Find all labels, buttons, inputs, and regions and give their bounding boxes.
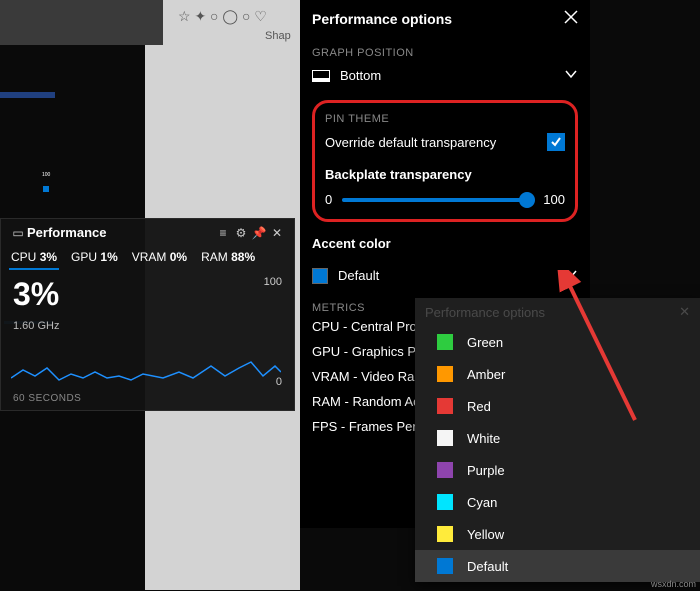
graph-position-row[interactable]: Bottom xyxy=(312,59,578,92)
dd-item-red[interactable]: Red xyxy=(415,390,700,422)
slider-max: 100 xyxy=(543,192,565,207)
toolbar-icons-bg: ☆ ✦ ○ ◯ ○ ♡ xyxy=(178,8,267,25)
bottom-icon xyxy=(312,70,330,82)
override-transparency-row[interactable]: Override default transparency xyxy=(325,125,565,159)
axis-max: 100 xyxy=(264,276,282,288)
big-percent: 3% xyxy=(13,276,59,313)
backplate-slider-row: 0 100 xyxy=(325,192,565,207)
monitor-icon: ▭ xyxy=(9,226,27,240)
dd-item-yellow[interactable]: Yellow xyxy=(415,518,700,550)
performance-header: ▭ Performance ≡ ⚙ 📌 ✕ xyxy=(1,219,294,246)
pin-theme-label: PIN THEME xyxy=(325,113,565,125)
sparkline xyxy=(11,328,281,388)
slider-thumb[interactable] xyxy=(519,192,535,208)
dd-item-green[interactable]: Green xyxy=(415,326,700,358)
override-checkbox[interactable] xyxy=(547,133,565,151)
tab-vram-label: VRAM xyxy=(132,250,167,264)
thumb-2 xyxy=(0,143,55,198)
accent-value: Default xyxy=(338,268,564,283)
options-title: Performance options xyxy=(312,11,564,27)
graph-position-label: GRAPH POSITION xyxy=(312,47,578,59)
override-label: Override default transparency xyxy=(325,135,547,150)
dd-item-default[interactable]: Default xyxy=(415,550,700,582)
settings-icon[interactable]: ⚙ xyxy=(232,226,250,240)
swatch-red xyxy=(437,398,453,414)
performance-chart: 3% 1.60 GHz 100 0 60 SECONDS xyxy=(1,270,294,410)
swatch-green xyxy=(437,334,453,350)
thumb-1 xyxy=(0,92,55,140)
dd-item-cyan[interactable]: Cyan xyxy=(415,486,700,518)
close-icon[interactable]: ✕ xyxy=(679,304,690,320)
dd-item-purple[interactable]: Purple xyxy=(415,454,700,486)
tab-ram-label: RAM xyxy=(201,250,228,264)
tab-cpu-pct: 3% xyxy=(40,250,57,264)
dd-item-white[interactable]: White xyxy=(415,422,700,454)
swatch-default xyxy=(437,558,453,574)
dd-item-amber[interactable]: Amber xyxy=(415,358,700,390)
performance-title: Performance xyxy=(27,225,214,240)
axis-time: 60 SECONDS xyxy=(13,393,81,404)
dropdown-header: Performance options ✕ xyxy=(415,298,700,326)
watermark: wsxdn.com xyxy=(651,579,696,589)
tab-gpu-label: GPU xyxy=(71,250,97,264)
close-options-button[interactable] xyxy=(564,10,578,27)
tab-gpu[interactable]: GPU 1% xyxy=(71,250,118,270)
tab-cpu[interactable]: CPU 3% xyxy=(11,250,57,270)
swatch-amber xyxy=(437,366,453,382)
tab-vram[interactable]: VRAM 0% xyxy=(132,250,187,270)
background-top xyxy=(0,0,163,45)
accent-swatch xyxy=(312,268,328,284)
swatch-cyan xyxy=(437,494,453,510)
accent-color-row[interactable]: Default xyxy=(312,259,578,292)
performance-widget: ▭ Performance ≡ ⚙ 📌 ✕ CPU 3% GPU 1% VRAM… xyxy=(0,218,295,411)
backplate-slider[interactable] xyxy=(342,198,533,202)
close-icon[interactable]: ✕ xyxy=(268,226,286,240)
backplate-label: Backplate transparency xyxy=(325,167,565,182)
swatch-yellow xyxy=(437,526,453,542)
tab-gpu-pct: 1% xyxy=(100,250,117,264)
mini-100: 100 xyxy=(42,172,50,178)
tab-vram-pct: 0% xyxy=(170,250,187,264)
graph-position-value: Bottom xyxy=(340,68,564,83)
chevron-down-icon xyxy=(564,67,578,84)
tab-ram-pct: 88% xyxy=(231,250,255,264)
accent-color-label: Accent color xyxy=(312,228,578,259)
tab-ram[interactable]: RAM 88% xyxy=(201,250,255,270)
slider-min: 0 xyxy=(325,192,332,207)
swatch-white xyxy=(437,430,453,446)
chevron-down-icon xyxy=(564,267,578,284)
accent-color-dropdown: Performance options ✕ Green Amber Red Wh… xyxy=(415,298,700,582)
swatch-purple xyxy=(437,462,453,478)
performance-tabs: CPU 3% GPU 1% VRAM 0% RAM 88% xyxy=(1,246,294,270)
pin-theme-highlight: PIN THEME Override default transparency … xyxy=(312,100,578,222)
tab-cpu-label: CPU xyxy=(11,250,36,264)
filter-icon[interactable]: ≡ xyxy=(214,226,232,240)
pin-icon[interactable]: 📌 xyxy=(250,226,268,240)
bg-shape-label: Shap xyxy=(265,30,291,42)
